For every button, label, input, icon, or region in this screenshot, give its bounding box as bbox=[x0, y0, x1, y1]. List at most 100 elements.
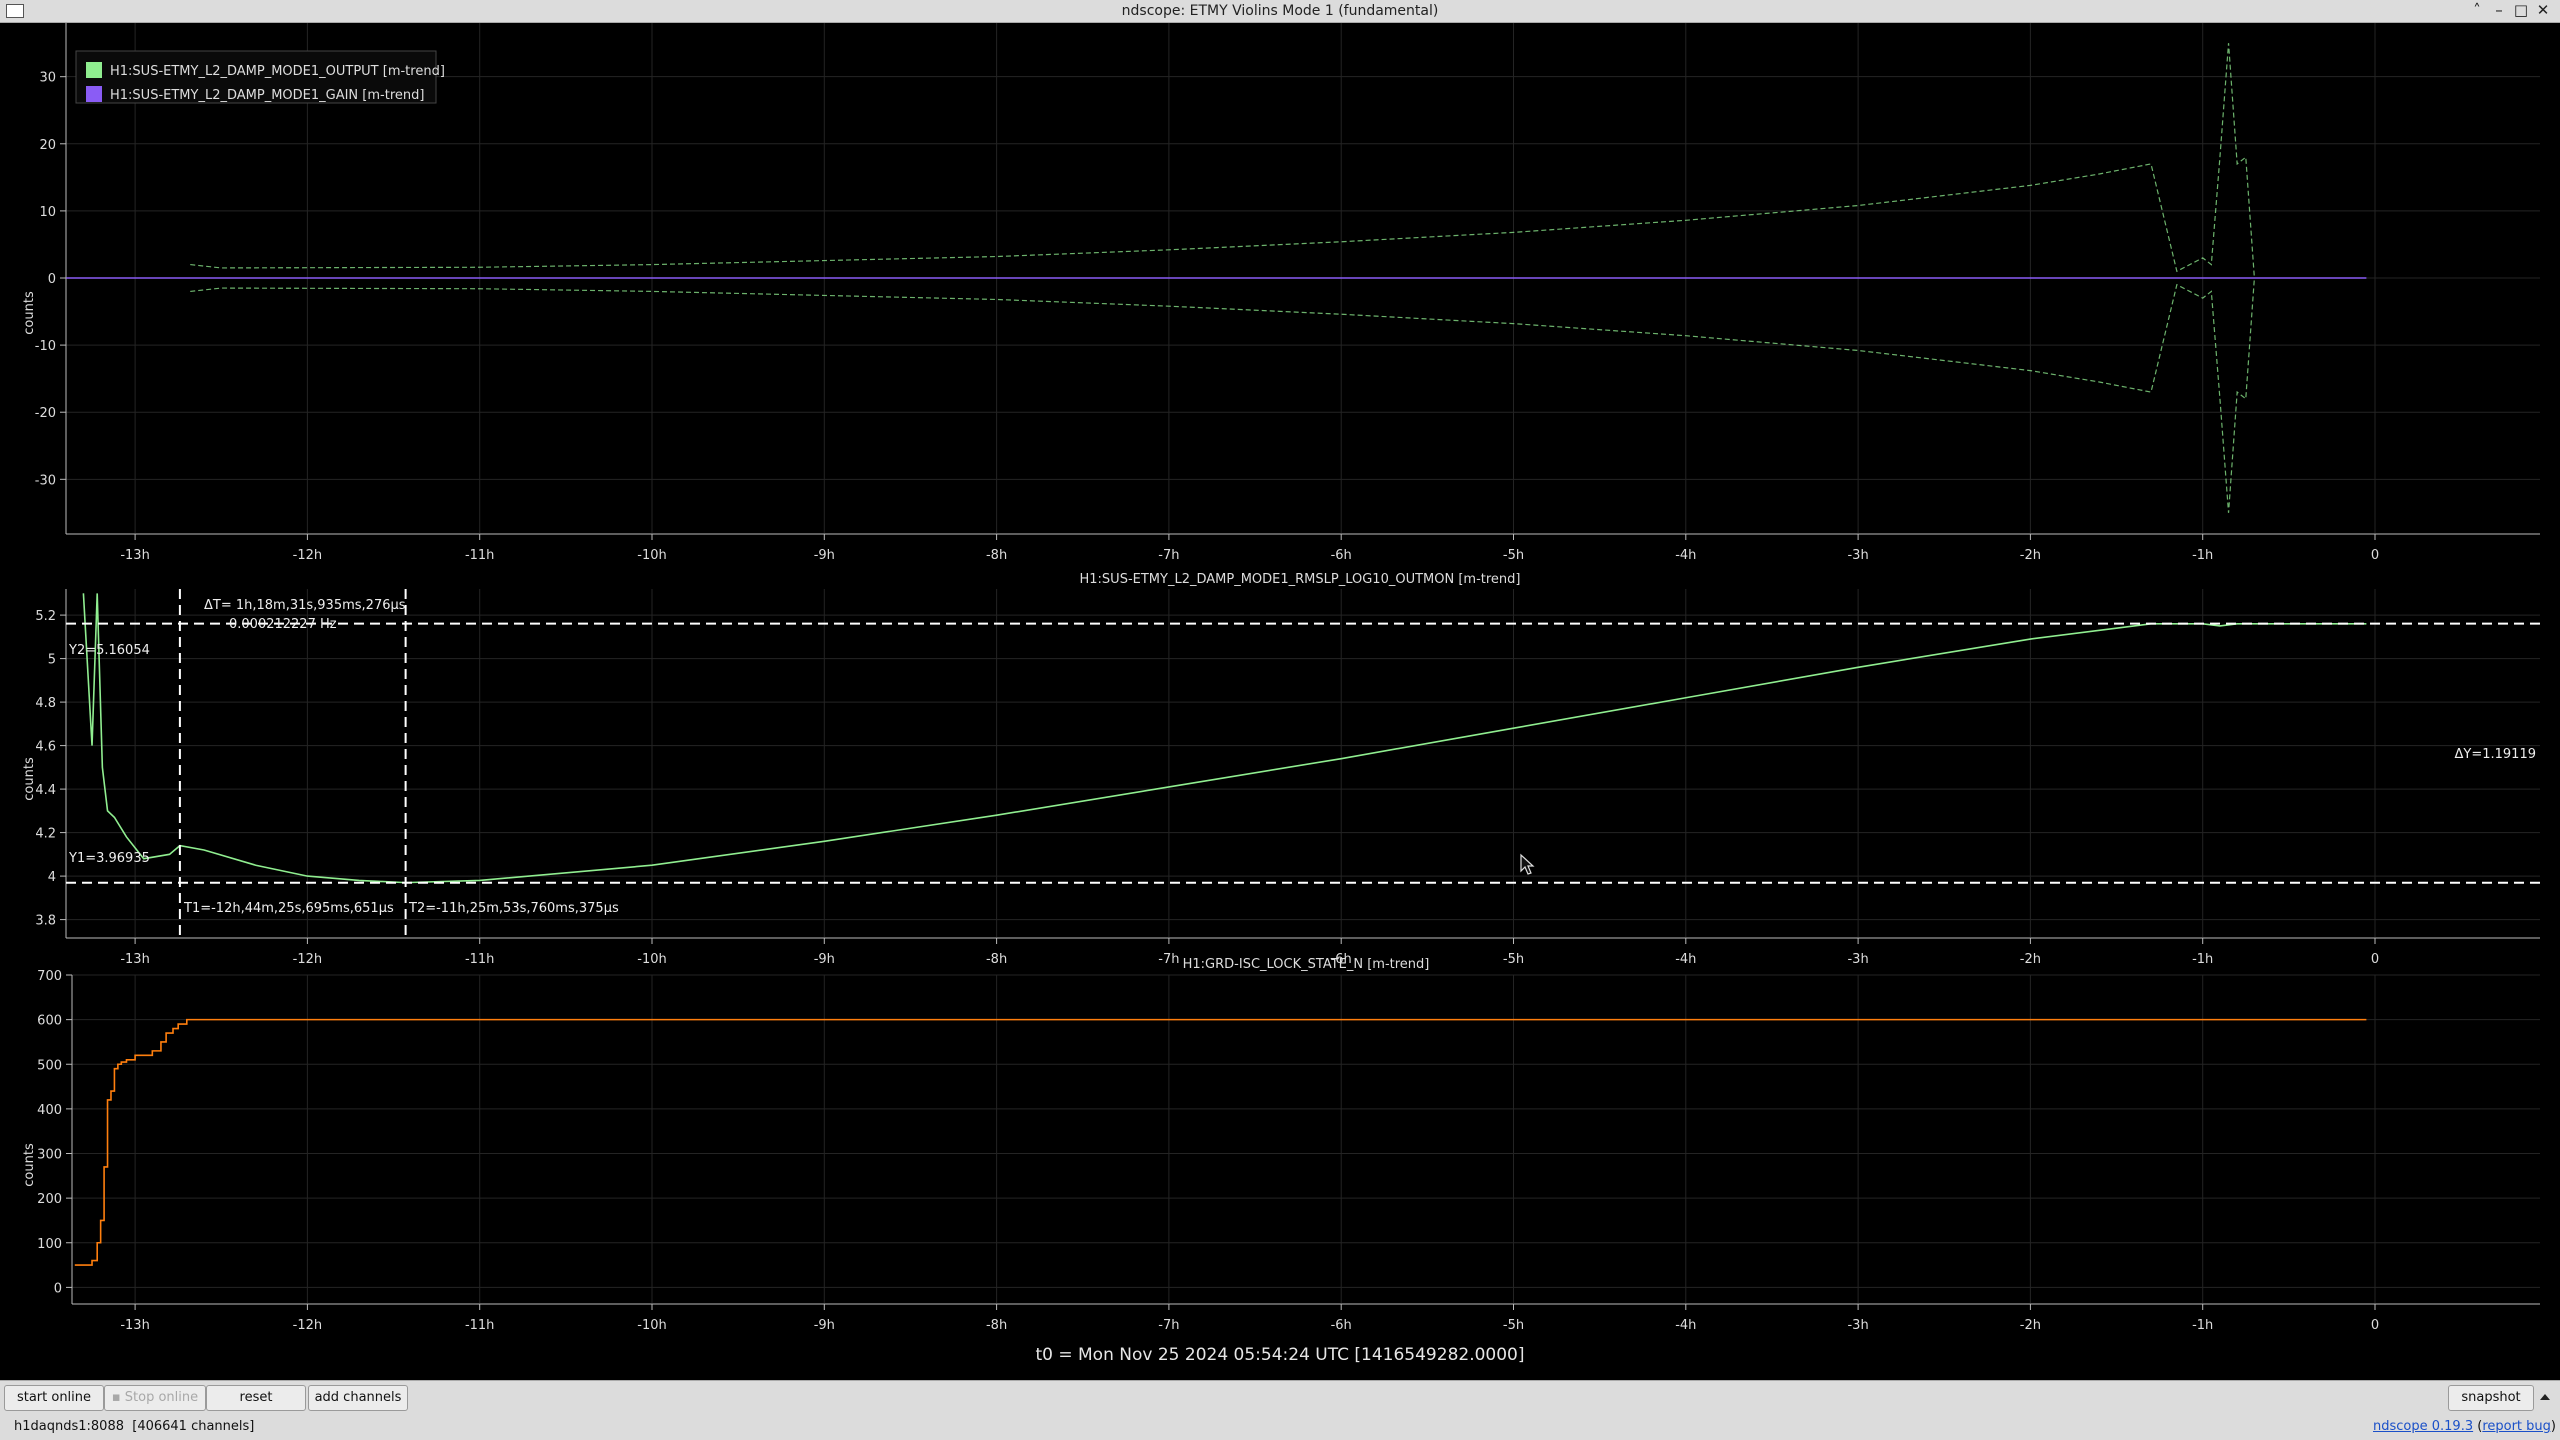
plot3-grid bbox=[72, 974, 2540, 1303]
x-tick-label: -5h bbox=[1503, 1318, 1524, 1333]
x-tick-label: -10h bbox=[637, 952, 666, 967]
x-tick-label: -1h bbox=[2192, 1318, 2213, 1333]
y-tick-label: 5 bbox=[48, 653, 56, 668]
reset-button[interactable]: reset bbox=[206, 1385, 306, 1411]
y-tick-label: -10 bbox=[35, 339, 56, 354]
x-tick-label: -9h bbox=[814, 1318, 835, 1333]
toolbar: start online ▪ Stop online reset add cha… bbox=[0, 1380, 2560, 1415]
series-output-lower bbox=[190, 277, 2255, 513]
y1-label: Y1=3.96935 bbox=[68, 851, 150, 866]
x-tick-label: 0 bbox=[2371, 952, 2379, 967]
delta-t-label: ΔT= 1h,18m,31s,935ms,276μs bbox=[204, 598, 406, 613]
x-tick-label: -13h bbox=[120, 548, 149, 563]
report-bug-link[interactable]: report bug bbox=[2482, 1419, 2551, 1434]
y-tick-label: 4 bbox=[48, 870, 56, 885]
x-tick-label: -10h bbox=[637, 548, 666, 563]
y-tick-label: 4.4 bbox=[35, 783, 56, 798]
start-online-button[interactable]: start online bbox=[4, 1385, 104, 1411]
x-tick-label: -2h bbox=[2020, 952, 2041, 967]
y-tick-label: 0 bbox=[48, 272, 56, 287]
x-tick-label: -11h bbox=[465, 952, 494, 967]
x-tick-label: -12h bbox=[293, 548, 322, 563]
y-tick-label: -30 bbox=[35, 473, 56, 488]
series-lock-state bbox=[74, 1018, 2367, 1266]
y-tick-label: 3.8 bbox=[35, 914, 56, 929]
version-link[interactable]: ndscope 0.19.3 bbox=[2373, 1419, 2473, 1434]
mouse-pointer-icon bbox=[1520, 853, 1535, 875]
x-tick-label: -4h bbox=[1675, 548, 1696, 563]
stop-online-button[interactable]: ▪ Stop online bbox=[104, 1385, 206, 1411]
x-tick-label: -6h bbox=[1331, 548, 1352, 563]
delta-t-freq-label: 0.000212227 Hz bbox=[229, 617, 337, 632]
plot3-ylabel: counts bbox=[22, 1143, 37, 1187]
x-tick-label: -10h bbox=[637, 1318, 666, 1333]
minimize-icon[interactable]: – bbox=[2488, 1, 2510, 19]
plot2-grid bbox=[66, 589, 2540, 937]
y-tick-label: 500 bbox=[37, 1058, 62, 1073]
x-tick-label: -3h bbox=[1847, 952, 1868, 967]
y-tick-label: 4.2 bbox=[35, 827, 56, 842]
x-tick-label: -3h bbox=[1847, 1318, 1868, 1333]
maximize-icon[interactable]: □ bbox=[2510, 1, 2532, 19]
x-tick-label: -1h bbox=[2192, 548, 2213, 563]
triangle-up-icon[interactable] bbox=[2536, 1387, 2554, 1407]
legend-label-gain: H1:SUS-ETMY_L2_DAMP_MODE1_GAIN [m-trend] bbox=[110, 88, 424, 103]
server-address: h1daqnds1:8088 bbox=[14, 1419, 124, 1434]
t2-label: T2=-11h,25m,53s,760ms,375μs bbox=[408, 901, 619, 916]
x-tick-label: -7h bbox=[1158, 1318, 1179, 1333]
plot-rmslp[interactable]: H1:SUS-ETMY_L2_DAMP_MODE1_RMSLP_LOG10_OU… bbox=[22, 572, 2540, 967]
x-tick-label: -9h bbox=[814, 952, 835, 967]
server-status: h1daqnds1:8088 [406641 channels] bbox=[14, 1419, 254, 1434]
x-tick-label: -8h bbox=[986, 548, 1007, 563]
y-tick-label: 100 bbox=[37, 1237, 62, 1252]
y-tick-label: 30 bbox=[39, 71, 56, 86]
close-icon[interactable]: ✕ bbox=[2532, 1, 2554, 19]
series-rmslp bbox=[82, 593, 2367, 884]
y-tick-label: -20 bbox=[35, 406, 56, 421]
time-origin-label: t0 = Mon Nov 25 2024 05:54:24 UTC [14165… bbox=[1035, 1345, 1525, 1365]
x-tick-label: -12h bbox=[293, 952, 322, 967]
legend-swatch-gain bbox=[86, 86, 102, 102]
x-tick-label: -11h bbox=[465, 548, 494, 563]
plots-area[interactable]: -13h -12h -11h -10h -9h -8h -7h -6h -5h -4h -3h -2h… bbox=[0, 23, 2560, 1377]
x-tick-label: -1h bbox=[2192, 952, 2213, 967]
keep-above-icon[interactable]: ˄ bbox=[2466, 1, 2488, 19]
y-tick-label: 4.6 bbox=[35, 740, 56, 755]
series-output-upper bbox=[190, 43, 2255, 279]
window-title: ndscope: ETMY Violins Mode 1 (fundamenta… bbox=[1121, 3, 1439, 19]
y-tick-label: 10 bbox=[39, 205, 56, 220]
y-tick-label: 700 bbox=[37, 969, 62, 984]
x-tick-label: -2h bbox=[2020, 548, 2041, 563]
title-bar: ndscope: ETMY Violins Mode 1 (fundamenta… bbox=[0, 0, 2560, 23]
y-tick-label: 400 bbox=[37, 1103, 62, 1118]
plot-lock-state[interactable]: H1:GRD-ISC_LOCK_STATE_N [m-trend] -13h -1… bbox=[22, 957, 2540, 1333]
status-bar: h1daqnds1:8088 [406641 channels] ndscope… bbox=[0, 1414, 2560, 1440]
x-tick-label: -8h bbox=[986, 1318, 1007, 1333]
add-channels-button[interactable]: add channels bbox=[308, 1385, 408, 1411]
legend-label-output: H1:SUS-ETMY_L2_DAMP_MODE1_OUTPUT [m-tren… bbox=[110, 64, 445, 79]
x-tick-label: -9h bbox=[814, 548, 835, 563]
x-tick-label: -8h bbox=[986, 952, 1007, 967]
y-tick-label: 4.8 bbox=[35, 696, 56, 711]
y-tick-label: 0 bbox=[54, 1281, 62, 1296]
x-tick-label: -5h bbox=[1503, 548, 1524, 563]
x-tick-label: -13h bbox=[120, 952, 149, 967]
delta-y-label: ΔY=1.19119 bbox=[2455, 747, 2537, 762]
plot1-axes: -13h -12h -11h -10h -9h -8h -7h -6h -5h -4h -3h -2h… bbox=[35, 23, 2540, 563]
y-tick-label: 200 bbox=[37, 1192, 62, 1207]
y-tick-label: 5.2 bbox=[35, 609, 56, 624]
plot2-ylabel: counts bbox=[22, 757, 37, 801]
version-info: ndscope 0.19.3 (report bug) bbox=[2373, 1419, 2556, 1434]
x-tick-label: -6h bbox=[1331, 1318, 1352, 1333]
legend-swatch-output bbox=[86, 62, 102, 78]
y-tick-label: 20 bbox=[39, 138, 56, 153]
x-tick-label: 0 bbox=[2371, 1318, 2379, 1333]
plot2-cursors[interactable]: ΔT= 1h,18m,31s,935ms,276μs 0.000212227 H… bbox=[66, 589, 2540, 937]
plot-output-gain[interactable]: -13h -12h -11h -10h -9h -8h -7h -6h -5h -4h -3h -2h… bbox=[22, 23, 2540, 563]
x-tick-label: -12h bbox=[293, 1318, 322, 1333]
snapshot-button[interactable]: snapshot bbox=[2448, 1385, 2534, 1411]
x-tick-label: -13h bbox=[120, 1318, 149, 1333]
plot1-legend[interactable]: H1:SUS-ETMY_L2_DAMP_MODE1_OUTPUT [m-tren… bbox=[75, 50, 445, 104]
plot1-ylabel: counts bbox=[22, 291, 37, 335]
x-tick-label: -4h bbox=[1675, 952, 1696, 967]
